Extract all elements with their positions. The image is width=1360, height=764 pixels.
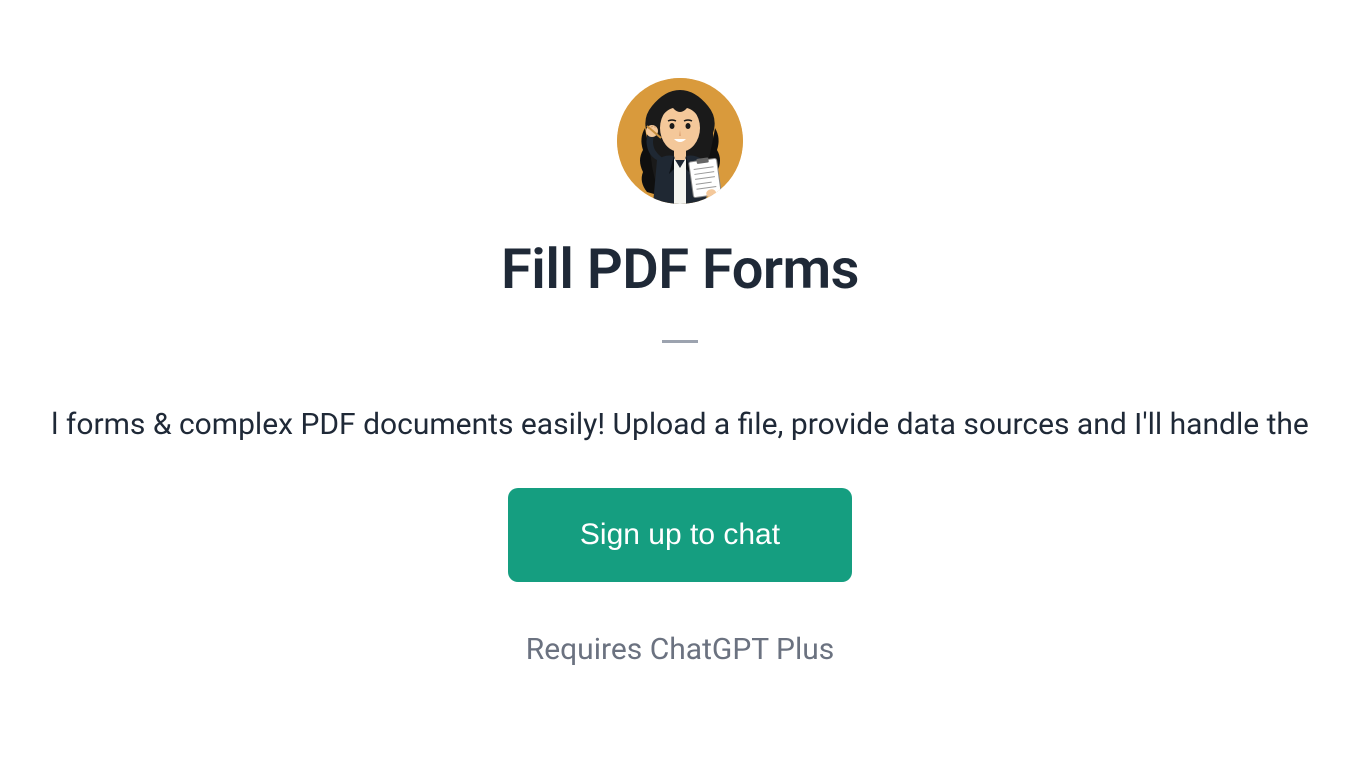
app-description: l forms & complex PDF documents easily! … xyxy=(0,407,1360,442)
requirement-text: Requires ChatGPT Plus xyxy=(526,632,835,667)
main-container: Fill PDF Forms l forms & complex PDF doc… xyxy=(0,0,1360,667)
title-divider xyxy=(662,340,698,343)
signup-button[interactable]: Sign up to chat xyxy=(508,488,852,582)
page-title: Fill PDF Forms xyxy=(501,236,859,302)
app-avatar xyxy=(617,78,743,204)
